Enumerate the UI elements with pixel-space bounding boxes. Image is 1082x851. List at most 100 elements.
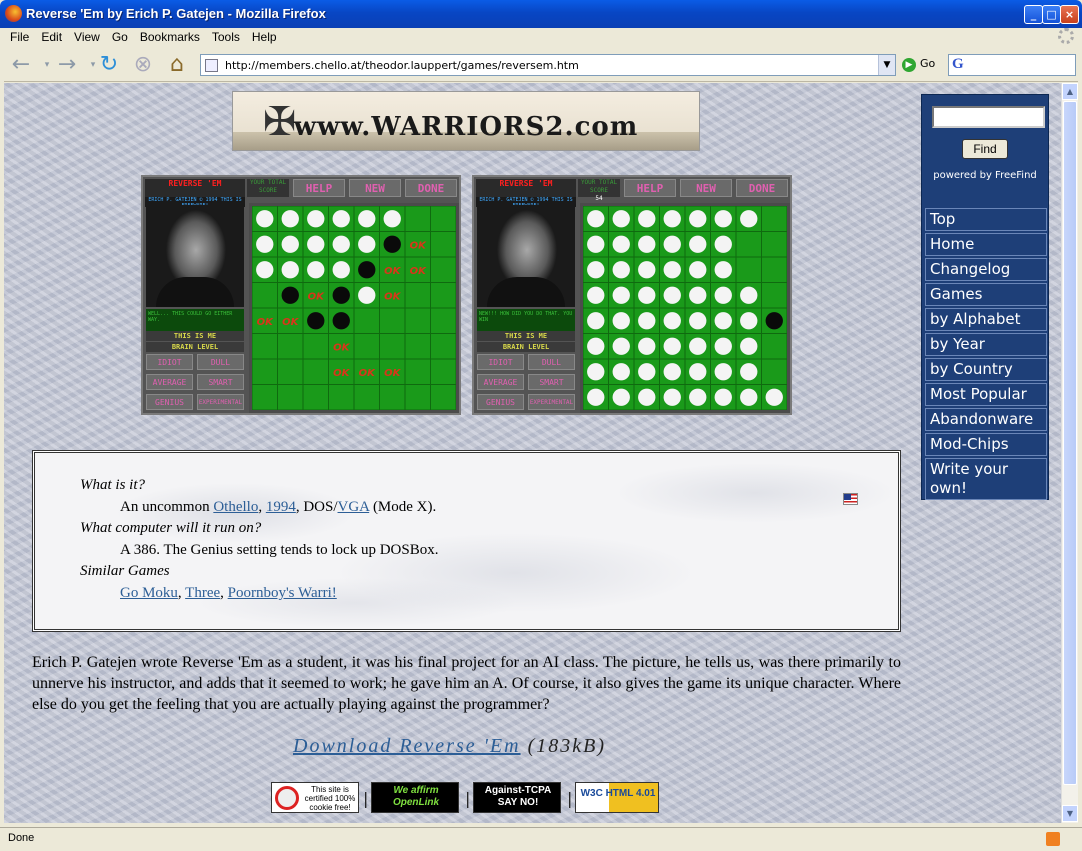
menu-help[interactable]: Help: [246, 29, 283, 45]
white-disc: [612, 337, 630, 355]
programmer-photo: [146, 205, 244, 307]
sidebar-item-by-year[interactable]: by Year: [925, 333, 1047, 356]
white-disc: [714, 363, 732, 381]
similar-game-link[interactable]: Three: [185, 585, 220, 601]
openlink-badge[interactable]: We affirm OpenLink: [371, 782, 459, 813]
game-facts: What is it? An uncommon Othello, 1994, D…: [80, 475, 438, 604]
white-disc: [663, 312, 681, 330]
white-disc: [256, 210, 274, 228]
sidebar-item-most-popular[interactable]: Most Popular: [925, 383, 1047, 406]
menu-go[interactable]: Go: [106, 29, 134, 45]
maximize-button[interactable]: □: [1042, 5, 1061, 24]
go-button[interactable]: ▶ Go: [902, 57, 935, 72]
white-disc: [689, 261, 707, 279]
board-cell: [277, 333, 304, 360]
menu-bar: File Edit View Go Bookmarks Tools Help: [4, 28, 1078, 48]
level-idiot: IDIOT: [146, 354, 193, 370]
white-disc: [714, 286, 732, 304]
menu-file[interactable]: File: [4, 29, 35, 45]
white-disc: [587, 363, 605, 381]
game-screenshot-2: REVERSE 'EM ERICH P. GATEJEN © 1994 THIS…: [472, 175, 792, 415]
w3c-html-badge[interactable]: W3C HTML 4.01: [575, 782, 659, 813]
board-cell: [761, 231, 787, 258]
othello-link[interactable]: Othello: [213, 499, 258, 515]
answer-what: An uncommon Othello, 1994, DOS/VGA (Mode…: [120, 499, 437, 515]
cookie-free-badge[interactable]: This site is certified 100% cookie free!: [271, 782, 359, 813]
similar-game-link[interactable]: Poornboy's Warri!: [228, 585, 337, 601]
search-box[interactable]: G: [948, 54, 1076, 76]
white-disc: [689, 388, 707, 406]
scroll-up-icon[interactable]: ▲: [1062, 83, 1078, 100]
info-box: What is it? An uncommon Othello, 1994, D…: [32, 450, 901, 632]
game-title: REVERSE 'EM: [476, 179, 576, 197]
similar-games-heading: Similar Games: [80, 563, 170, 579]
reload-icon[interactable]: ↻: [96, 52, 122, 78]
home-icon[interactable]: ⌂: [164, 52, 190, 78]
white-disc: [612, 312, 630, 330]
board-cell: [379, 333, 406, 360]
sidebar-item-mod-chips[interactable]: Mod-Chips: [925, 433, 1047, 456]
white-disc: [587, 210, 605, 228]
board-cell: [735, 256, 762, 283]
board-cell: [735, 231, 762, 258]
close-button[interactable]: ×: [1060, 5, 1079, 24]
stop-icon[interactable]: ⊗: [130, 52, 156, 78]
board-cell: [430, 307, 456, 334]
sidebar-item-by-country[interactable]: by Country: [925, 358, 1047, 381]
year-1994-link[interactable]: 1994: [266, 499, 296, 515]
address-dropdown-icon[interactable]: ▼: [878, 55, 895, 75]
board-cell: [404, 307, 431, 334]
score-value: 54: [595, 195, 603, 202]
menu-edit[interactable]: Edit: [35, 29, 68, 45]
warriors2-banner[interactable]: ✠ www.WARRIORS2.com: [232, 91, 700, 151]
similar-game-link[interactable]: Go Moku: [120, 585, 178, 601]
answer-prefix: An uncommon: [120, 499, 210, 515]
badge-text: This site is certified 100% cookie free!: [304, 785, 356, 812]
back-icon[interactable]: ←: [8, 52, 34, 78]
scroll-down-icon[interactable]: ▼: [1062, 805, 1078, 822]
board-cell: [404, 282, 431, 309]
white-disc: [638, 312, 656, 330]
forward-icon[interactable]: →: [54, 52, 80, 78]
rss-icon[interactable]: [1046, 832, 1060, 846]
menu-view[interactable]: View: [68, 29, 106, 45]
board-cell: [302, 384, 329, 410]
board-cell: [404, 358, 431, 385]
sidebar-item-abandonware[interactable]: Abandonware: [925, 408, 1047, 431]
sidebar-item-home[interactable]: Home: [925, 233, 1047, 256]
white-disc: [256, 235, 274, 253]
sidebar-item-top[interactable]: Top: [925, 208, 1047, 231]
against-tcpa-badge[interactable]: Against-TCPA SAY NO!: [473, 782, 561, 813]
menu-bookmarks[interactable]: Bookmarks: [134, 29, 206, 45]
powered-by-text: powered by FreeFind: [933, 170, 1037, 181]
status-bar: Done: [0, 827, 1082, 851]
scroll-thumb[interactable]: [1063, 101, 1077, 785]
sidebar-item-by-alphabet[interactable]: by Alphabet: [925, 308, 1047, 331]
board-cell: [328, 384, 355, 410]
white-disc: [587, 388, 605, 406]
this-is-me-label: THIS IS ME: [146, 331, 244, 341]
level-dull: DULL: [197, 354, 244, 370]
navigation-toolbar: ← ▾ → ▾ ↻ ⊗ ⌂ http://members.chello.at/t…: [4, 48, 1078, 82]
new-button: NEW: [349, 179, 401, 197]
find-button[interactable]: Find: [962, 139, 1008, 159]
white-disc: [256, 261, 274, 279]
download-link[interactable]: Download Reverse 'Em: [293, 735, 521, 757]
board-cell: [353, 307, 380, 334]
score-panel: YOUR TOTAL SCORE: [247, 179, 289, 197]
throbber-icon: [1058, 28, 1074, 44]
site-search-input[interactable]: [932, 106, 1045, 128]
address-text: http://members.chello.at/theodor.laupper…: [225, 59, 579, 72]
sidebar-item-games[interactable]: Games: [925, 283, 1047, 306]
minimize-button[interactable]: _: [1024, 5, 1043, 24]
vertical-scrollbar[interactable]: ▲ ▼: [1061, 83, 1078, 823]
menu-tools[interactable]: Tools: [206, 29, 246, 45]
vga-link[interactable]: VGA: [338, 499, 370, 515]
legal-move-marker: OK: [359, 368, 377, 379]
sidebar-item-write-your-own[interactable]: Write your own!: [925, 458, 1047, 500]
black-disc: [307, 312, 325, 330]
sidebar-item-changelog[interactable]: Changelog: [925, 258, 1047, 281]
legal-move-marker: OK: [333, 342, 351, 353]
white-disc: [740, 337, 758, 355]
address-bar[interactable]: http://members.chello.at/theodor.laupper…: [200, 54, 896, 76]
